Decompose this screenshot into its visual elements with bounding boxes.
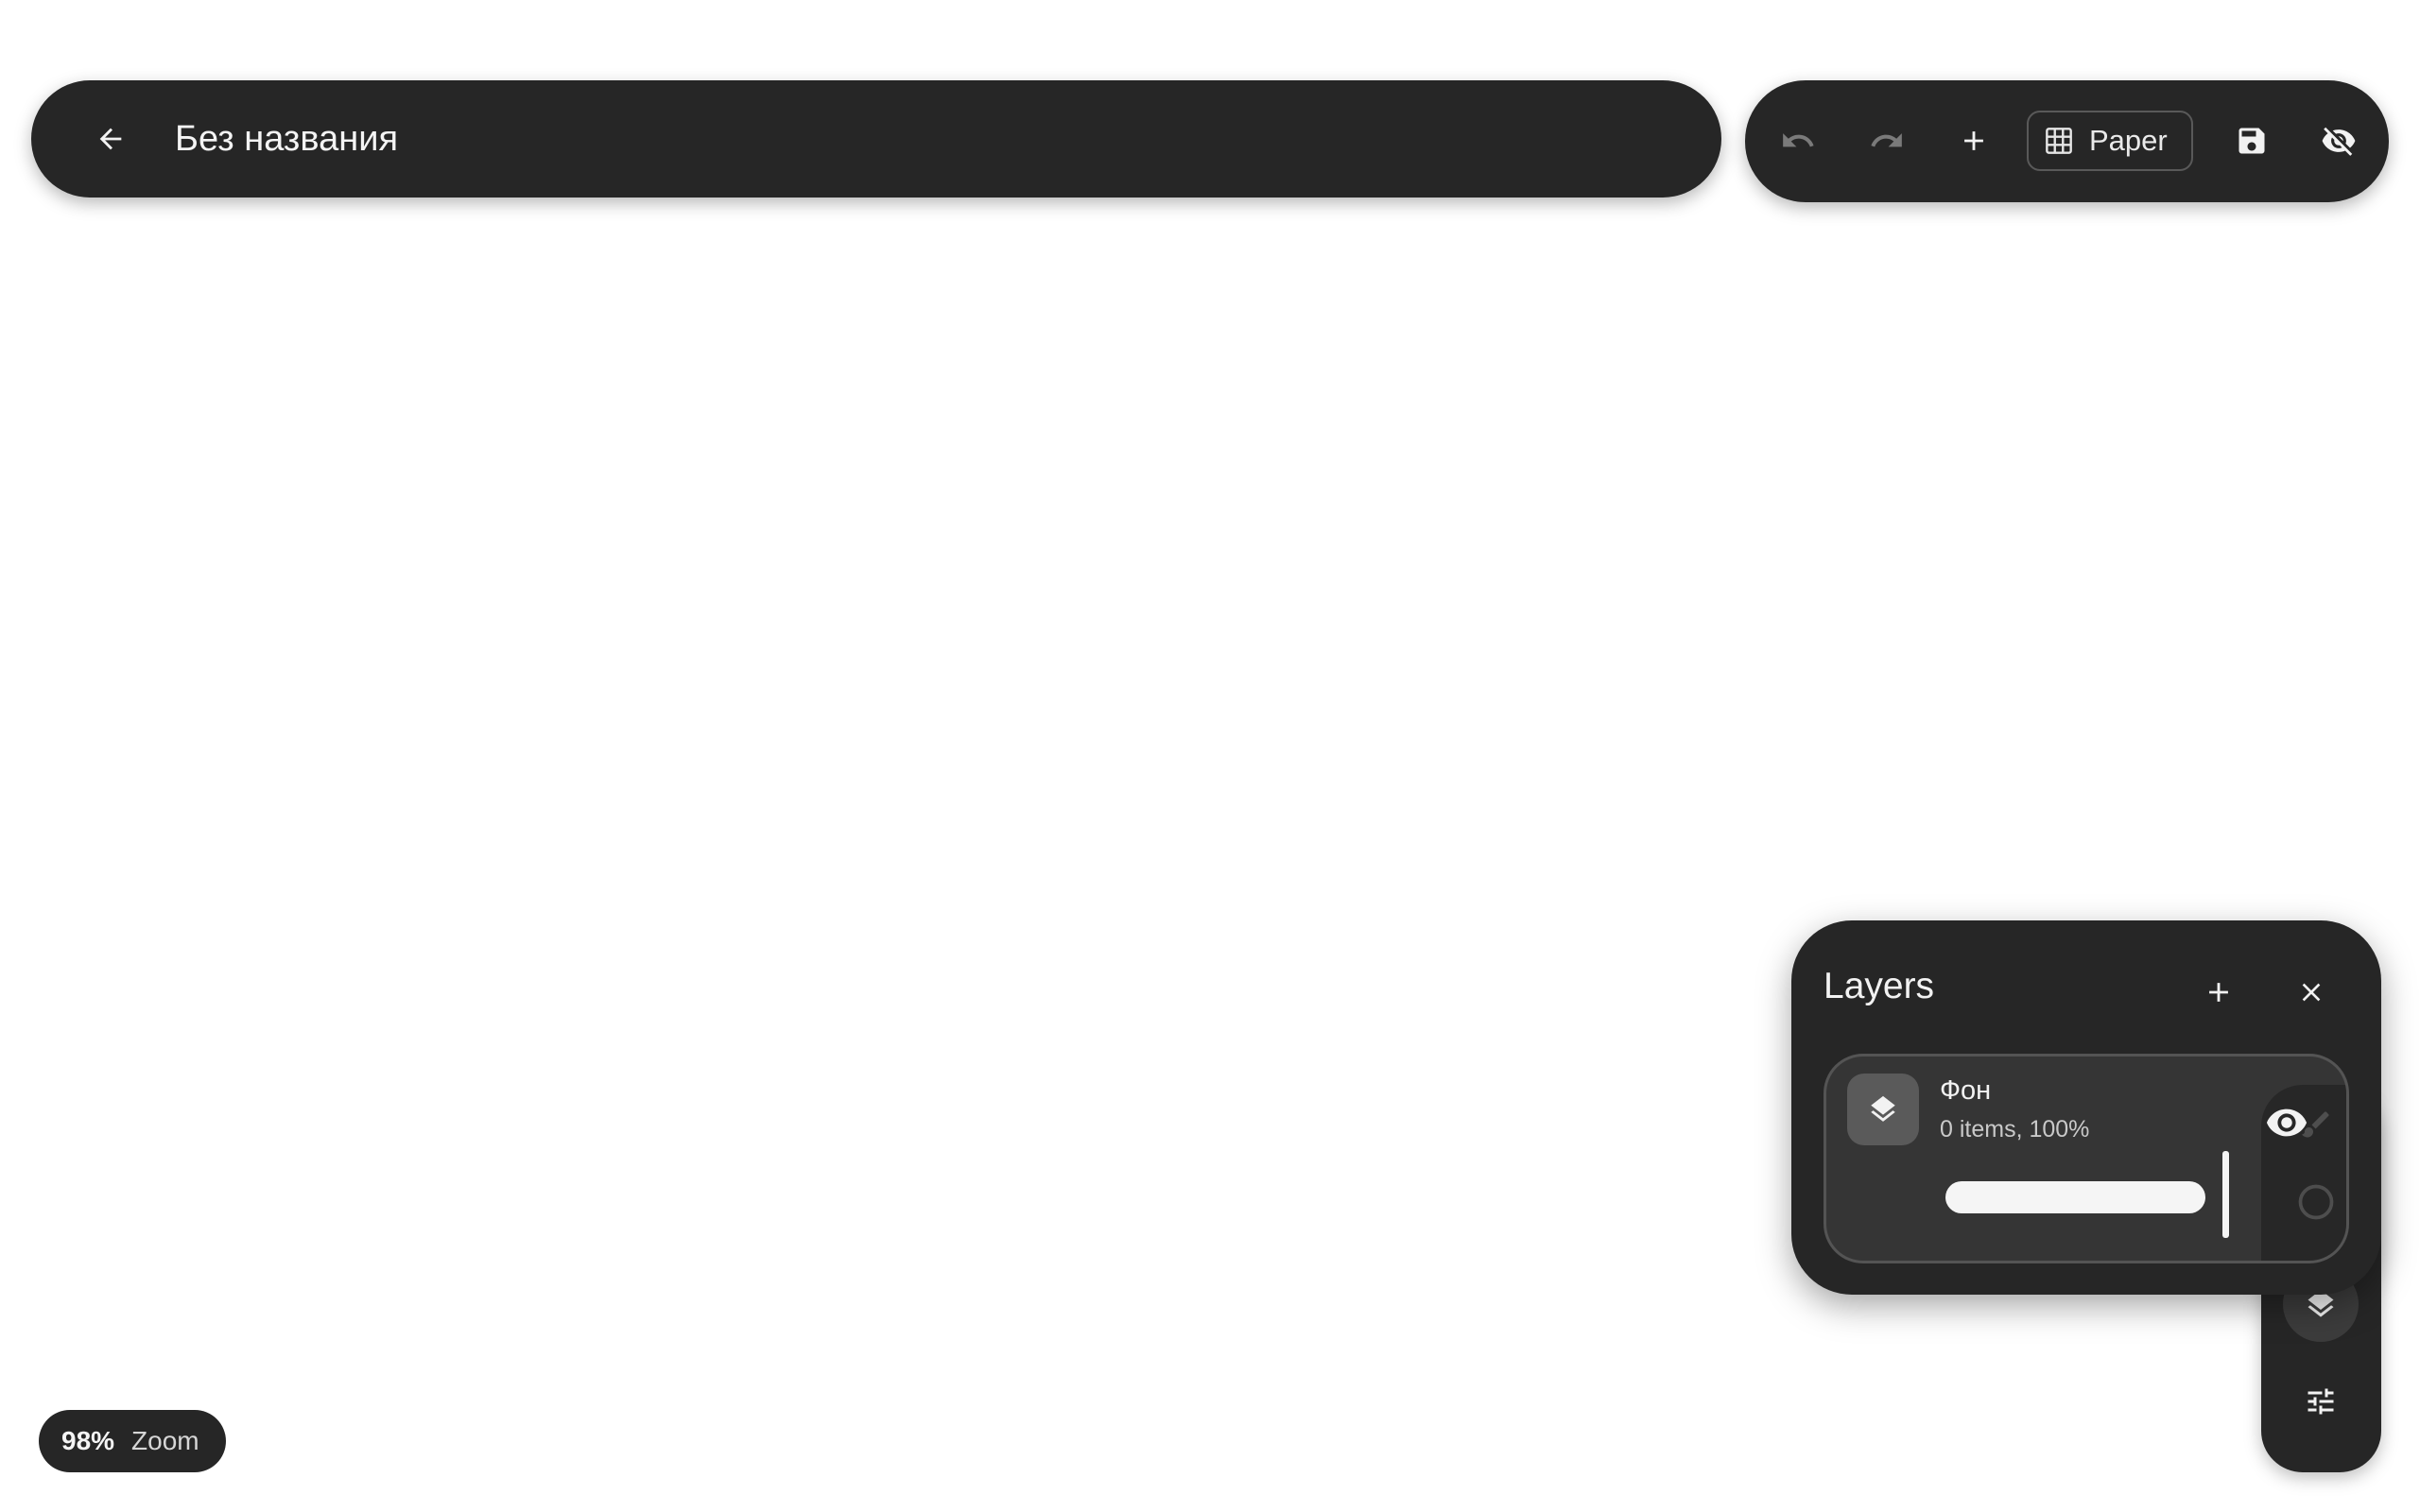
zoom-label: Zoom	[131, 1426, 199, 1455]
undo-icon	[1780, 123, 1816, 159]
add-layer-button[interactable]	[2192, 966, 2245, 1019]
sliders-icon	[2304, 1384, 2338, 1418]
save-button[interactable]	[2221, 111, 2282, 171]
paper-label: Paper	[2089, 124, 2168, 157]
hide-ui-button[interactable]	[2308, 111, 2369, 171]
circle-icon	[2295, 1181, 2337, 1223]
eye-icon	[2265, 1101, 2308, 1144]
layer-thumbnail	[1847, 1074, 1919, 1145]
title-bar: Без названия	[31, 80, 1721, 198]
opacity-slider-thumb[interactable]	[2222, 1151, 2229, 1238]
layer-opacity-slider[interactable]	[1945, 1151, 2229, 1238]
layer-meta: 0 items, 100%	[1940, 1116, 2090, 1143]
redo-icon	[1869, 123, 1905, 159]
arrow-left-icon	[95, 123, 127, 155]
eye-off-icon	[2321, 123, 2357, 159]
zoom-indicator[interactable]: 98% Zoom	[39, 1410, 226, 1472]
floppy-disk-icon	[2235, 124, 2269, 158]
layer-item[interactable]: Фон 0 items, 100%	[1824, 1054, 2349, 1263]
close-layers-button[interactable]	[2285, 966, 2338, 1019]
add-button[interactable]	[1944, 111, 2004, 171]
layers-title: Layers	[1824, 966, 1935, 1006]
grid-icon	[2044, 126, 2074, 156]
redo-button[interactable]	[1857, 111, 1917, 171]
toolbar: Paper	[1745, 80, 2389, 202]
layers-icon	[1867, 1093, 1899, 1125]
back-button[interactable]	[80, 109, 141, 169]
paper-button[interactable]: Paper	[2027, 111, 2193, 171]
document-title[interactable]: Без названия	[175, 80, 398, 198]
plus-icon	[2203, 976, 2235, 1008]
zoom-value: 98%	[61, 1426, 115, 1455]
rail-settings-button[interactable]	[2283, 1364, 2359, 1439]
undo-button[interactable]	[1768, 111, 1828, 171]
plus-icon	[1958, 125, 1990, 157]
close-icon	[2296, 977, 2326, 1007]
layer-visibility-toggle[interactable]	[2256, 1092, 2317, 1153]
layer-name: Фон	[1940, 1075, 1992, 1106]
opacity-slider-fill	[1945, 1181, 2205, 1213]
layers-panel: Layers Фон 0 items, 100%	[1791, 920, 2381, 1295]
